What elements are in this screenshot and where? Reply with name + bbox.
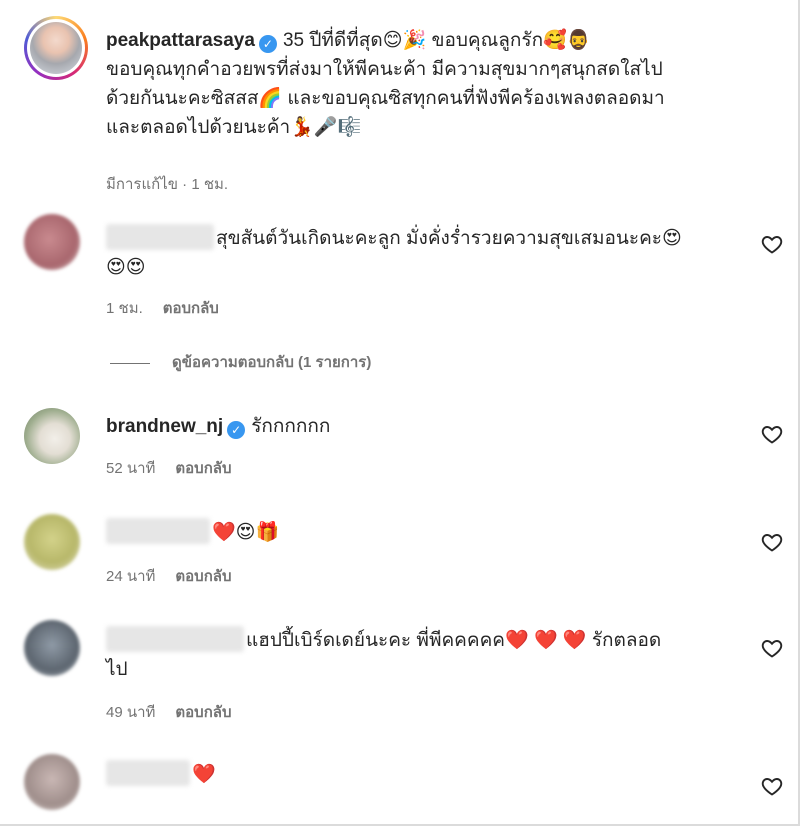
author-avatar[interactable]	[24, 16, 88, 80]
commenter-username-blurred[interactable]	[106, 518, 210, 544]
verified-badge-icon: ✓	[258, 35, 277, 53]
reply-button[interactable]: ตอบกลับ	[163, 300, 219, 317]
view-replies-divider	[110, 362, 150, 364]
comment-text: สุขสันต์วันเกิดนะคะลูก มั่งคั่งร่ำรวยควา…	[106, 224, 726, 282]
caption-meta: มีการแก้ไข · 1 ชม.	[106, 176, 229, 193]
commenter-username[interactable]: brandnew_nj	[106, 416, 223, 437]
comment-line-1: ❤️	[192, 764, 216, 785]
comment-line-1: รักกกกกก	[251, 416, 331, 437]
view-replies-button[interactable]: ดูข้อความตอบกลับ (1 รายการ)	[110, 350, 371, 374]
comment-text: ❤️😍🎁	[106, 518, 726, 547]
commenter-username-blurred[interactable]	[106, 626, 244, 652]
commenter-username-blurred[interactable]	[106, 224, 214, 250]
caption-line-2: ขอบคุณทุกคำอวยพรที่ส่งมาให้พีคนะค้า มีคว…	[106, 59, 663, 80]
caption-line-4: และตลอดไปด้วยนะค้า💃🎤🎼	[106, 117, 362, 138]
caption-text: peakpattarasaya ✓ 35 ปีที่ดีที่สุด😊🎉 ขอบคุ…	[106, 26, 756, 142]
verified-badge-icon: ✓	[227, 421, 246, 439]
comment-line-2: 😍😍	[106, 257, 146, 278]
comments-panel: peakpattarasaya ✓ 35 ปีที่ดีที่สุด😊🎉 ขอบคุ…	[0, 0, 800, 826]
comment-line-1: สุขสันต์วันเกิดนะคะลูก มั่งคั่งร่ำรวยควา…	[216, 228, 682, 249]
comment-meta: 49 นาที ตอบกลับ	[106, 700, 232, 724]
view-replies-label[interactable]: ดูข้อความตอบกลับ (1 รายการ)	[172, 354, 371, 371]
reply-button[interactable]: ตอบกลับ	[175, 568, 231, 585]
comment-time: 1 ชม.	[106, 300, 143, 317]
comment-line-1: แฮปปี้เบิร์ดเดย์นะคะ พี่พีคคคคค❤️ ❤️ ❤️ …	[246, 630, 662, 651]
comment-meta: 1 ชม. ตอบกลับ	[106, 296, 219, 320]
heart-outline-icon[interactable]	[760, 636, 784, 660]
reply-button[interactable]: ตอบกลับ	[175, 460, 231, 477]
comment-text: ❤️	[106, 760, 726, 789]
heart-outline-icon[interactable]	[760, 774, 784, 798]
commenter-avatar[interactable]	[24, 514, 80, 570]
comment-text: แฮปปี้เบิร์ดเดย์นะคะ พี่พีคคคคค❤️ ❤️ ❤️ …	[106, 626, 726, 684]
heart-outline-icon[interactable]	[760, 422, 784, 446]
heart-outline-icon[interactable]	[760, 530, 784, 554]
reply-button[interactable]: ตอบกลับ	[175, 704, 231, 721]
author-username[interactable]: peakpattarasaya	[106, 30, 255, 51]
comment-line-1: ❤️😍🎁	[212, 522, 280, 543]
comment-time: 52 นาที	[106, 460, 156, 477]
comment-time: 24 นาที	[106, 568, 156, 585]
comment-line-2: ไป	[106, 659, 128, 680]
commenter-avatar[interactable]	[24, 754, 80, 810]
comment-meta: 24 นาที ตอบกลับ	[106, 564, 232, 588]
comment-text: brandnew_nj ✓ รักกกกกก	[106, 412, 726, 441]
commenter-avatar[interactable]	[24, 408, 80, 464]
heart-outline-icon[interactable]	[760, 232, 784, 256]
commenter-avatar[interactable]	[24, 620, 80, 676]
comment-time: 49 นาที	[106, 704, 156, 721]
caption-line-1: 35 ปีที่ดีที่สุด😊🎉 ขอบคุณลูกรัก🥰🧔‍♂️	[282, 30, 591, 51]
commenter-avatar[interactable]	[24, 214, 80, 270]
comment-meta: 52 นาที ตอบกลับ	[106, 456, 232, 480]
commenter-username-blurred[interactable]	[106, 760, 190, 786]
caption-line-3: ด้วยกันนะคะซิสสส🌈 และขอบคุณซิสทุกคนที่ฟั…	[106, 88, 665, 109]
